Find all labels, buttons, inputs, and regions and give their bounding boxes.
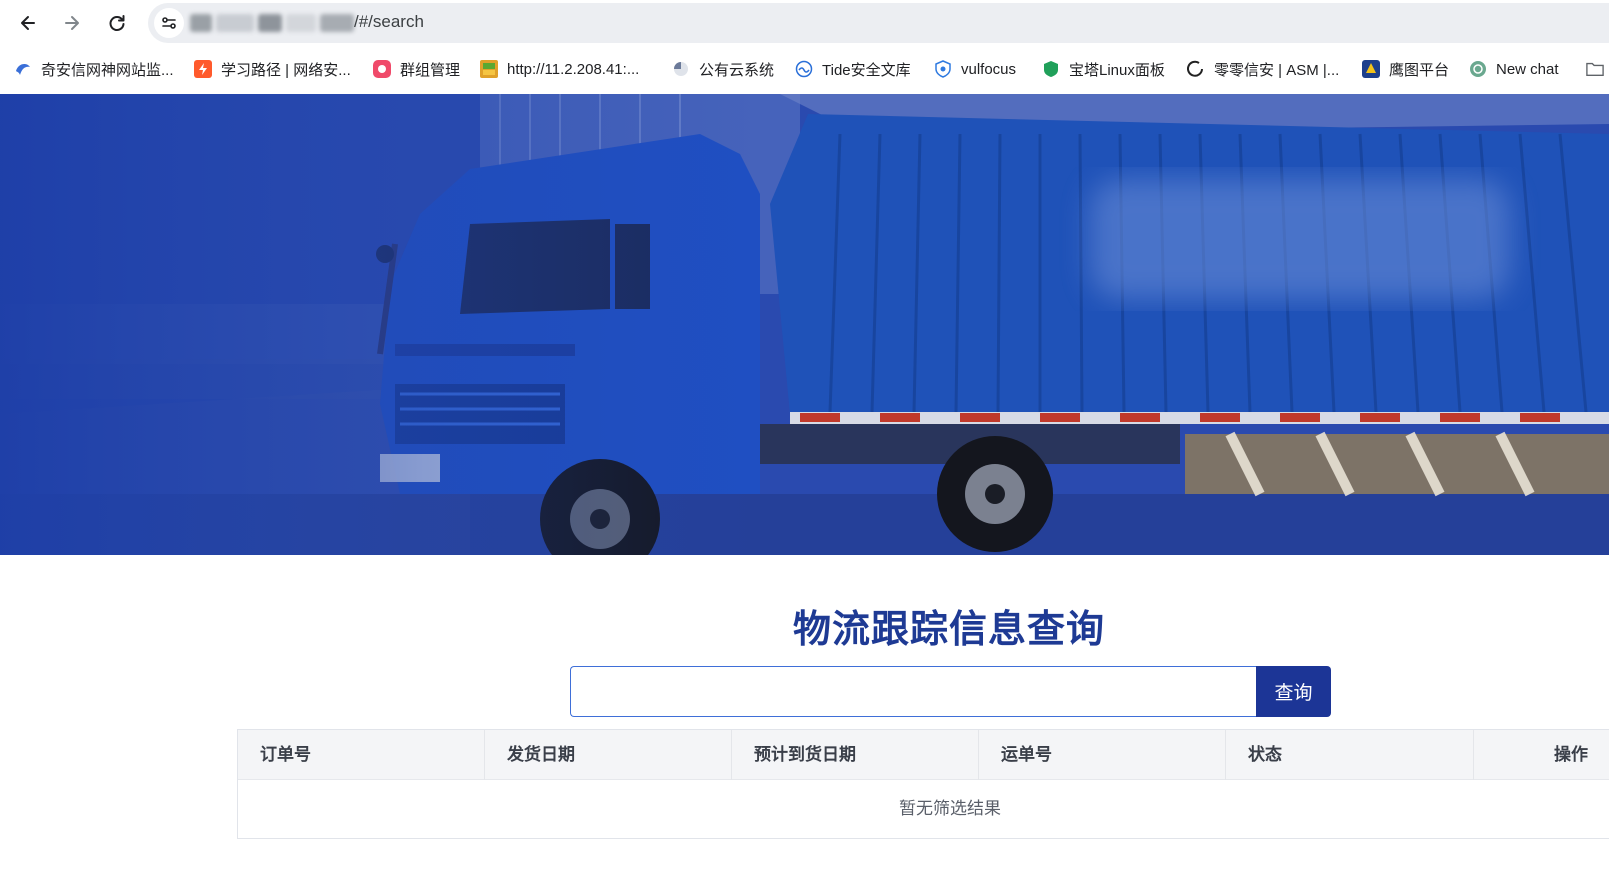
table-header: 订单号 发货日期 预计到货日期 运单号 状态 操作 [238, 730, 1609, 780]
arrow-right-icon [65, 16, 79, 30]
address-bar[interactable]: /#/search [148, 3, 1609, 43]
col-order-no: 订单号 [238, 730, 485, 780]
bookmark-item-group-manage[interactable]: 群组管理 [373, 57, 460, 81]
search-button[interactable]: 查询 [1256, 666, 1331, 717]
col-eta-date: 预计到货日期 [732, 730, 979, 780]
bookmark-item-zerozero[interactable]: 零零信安 | ASM |... [1187, 57, 1339, 81]
bookmark-item-ip-address[interactable]: http://11.2.208.41:... [480, 57, 639, 81]
truck-illustration [0, 94, 1609, 555]
col-status: 状态 [1226, 730, 1474, 780]
url-text[interactable]: /#/search [354, 12, 424, 32]
bookmark-item-qianxin[interactable]: 奇安信网神网站监... [14, 57, 174, 81]
browser-toolbar: /#/search [0, 0, 1609, 46]
bookmark-item-public-cloud[interactable]: 公有云系统 [672, 57, 774, 81]
bookmark-item-vulfocus[interactable]: vulfocus [934, 57, 1016, 81]
search-form: 查询 [570, 666, 1331, 717]
bookmark-item-baota[interactable]: 宝塔Linux面板 [1042, 57, 1165, 81]
tide-icon [795, 60, 813, 78]
empty-results-message: 暂无筛选结果 [899, 799, 1001, 819]
bookmarks-bar: 奇安信网神网站监... 学习路径 | 网络安... 群组管理 http://11… [0, 50, 1609, 88]
eagle-icon [1362, 60, 1380, 78]
arrow-left-icon [21, 16, 35, 30]
bookmark-item-learning-path[interactable]: 学习路径 | 网络安... [194, 57, 351, 81]
page-title: 物流跟踪信息查询 [792, 607, 1105, 651]
forward-button[interactable] [55, 6, 89, 40]
cube-icon [480, 60, 498, 78]
hero-banner [0, 94, 1609, 555]
bookmark-item-tide[interactable]: Tide安全文库 [795, 57, 911, 81]
qianxin-icon [14, 60, 32, 78]
folder-icon [1586, 60, 1604, 78]
back-button[interactable] [11, 6, 45, 40]
col-ship-date: 发货日期 [485, 730, 732, 780]
reload-button[interactable] [100, 6, 134, 40]
col-actions: 操作 [1554, 745, 1588, 765]
bolt-icon [194, 60, 212, 78]
cloud-icon [672, 60, 690, 78]
search-input[interactable] [570, 666, 1256, 717]
bookmark-folder[interactable] [1586, 57, 1609, 81]
reload-icon [109, 15, 125, 31]
col-waybill-no: 运单号 [979, 730, 1226, 780]
shield-icon [934, 60, 952, 78]
bookmark-item-eagle[interactable]: 鹰图平台 [1362, 57, 1449, 81]
baota-icon [1042, 60, 1060, 78]
site-settings-icon[interactable] [154, 8, 184, 38]
url-redacted-host [190, 12, 355, 34]
openai-icon [1469, 60, 1487, 78]
results-table: 订单号 发货日期 预计到货日期 运单号 状态 操作 暂无筛选结果 [237, 729, 1609, 839]
bookmark-item-new-chat[interactable]: New chat [1469, 57, 1559, 81]
group-icon [373, 60, 391, 78]
ring-icon [1187, 60, 1205, 78]
